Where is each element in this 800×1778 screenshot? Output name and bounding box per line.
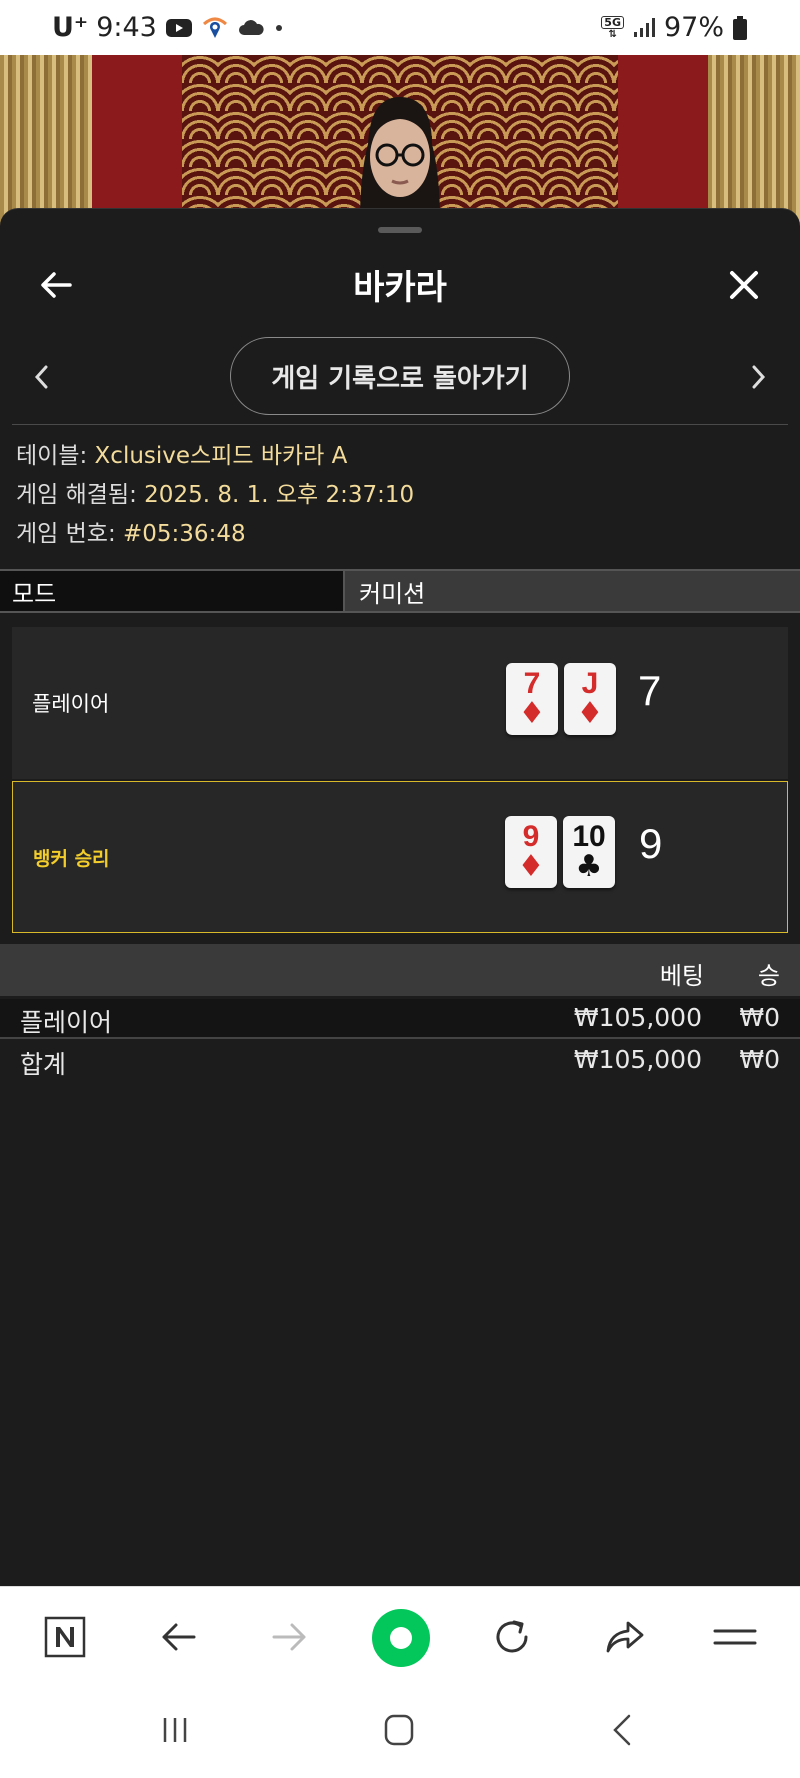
table-info-row: 테이블: Xclusive스피드 바카라 A [16, 437, 786, 476]
back-arrow-icon [41, 272, 72, 298]
cloud-icon [237, 18, 265, 38]
carrier-label: U⁺ [52, 12, 89, 43]
round-navigation: 게임 기록으로 돌아가기 [0, 337, 800, 417]
mode-label: 모드 [0, 571, 345, 611]
playing-card: 10 ♣ [563, 816, 615, 888]
drag-handle[interactable] [378, 227, 422, 233]
chevron-left-icon [613, 1714, 631, 1746]
banker-hand: 뱅커 승리 9 ♦ 10 ♣ 9 [12, 781, 788, 933]
win-amount: ₩0 [739, 1045, 780, 1074]
location-app-icon [201, 14, 229, 42]
game-number-row: 게임 번호: #05:36:48 [16, 515, 786, 554]
youtube-icon [165, 17, 193, 39]
system-back-button[interactable] [598, 1708, 648, 1752]
playing-card: J ♦ [564, 663, 616, 735]
battery-icon [732, 15, 748, 41]
club-suit-icon: ♣ [575, 849, 603, 884]
browser-toolbar [0, 1586, 800, 1686]
menu-button[interactable] [711, 1613, 759, 1661]
card-rank: J [581, 667, 599, 700]
network-label: 5G [601, 15, 624, 29]
table-value: Xclusive스피드 바카라 A [94, 443, 348, 469]
card-rank: 7 [523, 667, 541, 700]
recent-apps-icon [163, 1718, 187, 1742]
share-button[interactable] [600, 1613, 648, 1661]
bet-name: 플레이어 [20, 1008, 113, 1037]
bet-amount: ₩105,000 [573, 1045, 702, 1074]
menu-icon [713, 1629, 757, 1645]
home-icon [384, 1714, 414, 1746]
banker-score: 9 [639, 820, 663, 867]
battery-label: 97% [663, 12, 724, 43]
bet-table-header: 베팅 승 [0, 944, 800, 996]
chevron-right-icon [752, 365, 766, 389]
network-5g-icon: 5G ⇅ [601, 15, 624, 40]
card-rank: 10 [572, 820, 606, 853]
share-icon [606, 1621, 644, 1653]
signal-icon [632, 17, 656, 39]
refresh-button[interactable] [488, 1613, 536, 1661]
forward-arrow-icon [272, 1623, 306, 1651]
game-number-label: 게임 번호: [16, 521, 124, 547]
player-hand: 플레이어 7 ♦ J ♦ 7 [12, 627, 788, 779]
diamond-suit-icon: ♦ [518, 696, 546, 731]
refresh-icon [496, 1620, 528, 1653]
table-row: 합계 ₩105,000 ₩0 [0, 1041, 800, 1081]
recent-apps-button[interactable] [150, 1708, 200, 1752]
resolved-value: 2025. 8. 1. 오후 2:37:10 [144, 482, 415, 508]
naver-n-icon [44, 1616, 86, 1658]
table-label: 테이블: [16, 443, 95, 469]
back-button[interactable] [36, 265, 76, 305]
game-detail-sheet: 바카라 게임 기록으로 돌아가기 테이블: Xclusive스피드 바카라 A … [0, 208, 800, 1586]
resolved-info-row: 게임 해결됨: 2025. 8. 1. 오후 2:37:10 [16, 476, 786, 515]
game-number-value: #05:36:48 [123, 521, 246, 547]
banker-hand-label: 뱅커 승리 [33, 847, 110, 870]
page-title: 바카라 [353, 267, 447, 308]
browser-forward-button[interactable] [266, 1613, 314, 1661]
table-row: 플레이어 ₩105,000 ₩0 [0, 999, 800, 1039]
home-button[interactable] [374, 1708, 424, 1752]
back-arrow-icon [162, 1623, 196, 1651]
diamond-suit-icon: ♦ [517, 849, 545, 884]
divider [12, 424, 788, 425]
commission-label: 커미션 [345, 571, 800, 611]
player-score: 7 [638, 667, 662, 714]
sheet-header: 바카라 [0, 249, 800, 319]
bet-column-header: 베팅 [659, 962, 704, 990]
playing-card: 7 ♦ [506, 663, 558, 735]
playing-card: 9 ♦ [505, 816, 557, 888]
mode-row: 모드 커미션 [0, 569, 800, 613]
close-button[interactable] [724, 265, 764, 305]
chevron-left-icon [34, 365, 48, 389]
naver-home-button[interactable] [41, 1613, 89, 1661]
browser-back-button[interactable] [154, 1613, 202, 1661]
resolved-label: 게임 해결됨: [16, 482, 145, 508]
status-bar: U⁺ 9:43 5G ⇅ 97% [0, 0, 800, 55]
next-round-button[interactable] [746, 359, 770, 395]
win-amount: ₩0 [739, 1003, 780, 1032]
win-column-header: 승 [757, 962, 780, 990]
bet-name: 합계 [20, 1050, 67, 1079]
diamond-suit-icon: ♦ [576, 696, 604, 731]
green-dot-button[interactable] [370, 1607, 432, 1669]
player-hand-label: 플레이어 [32, 692, 110, 716]
return-to-history-button[interactable]: 게임 기록으로 돌아가기 [230, 337, 570, 415]
previous-round-button[interactable] [30, 359, 54, 395]
game-info: 테이블: Xclusive스피드 바카라 A 게임 해결됨: 2025. 8. … [16, 437, 786, 554]
card-rank: 9 [522, 820, 540, 853]
dot-icon [273, 22, 285, 34]
close-icon [730, 271, 758, 299]
hands-panel: 플레이어 7 ♦ J ♦ 7 뱅커 승리 9 ♦ 10 ♣ 9 [12, 627, 788, 947]
time-label: 9:43 [96, 12, 157, 43]
home-green-icon [372, 1609, 430, 1667]
system-navigation-bar [0, 1686, 800, 1778]
bet-amount: ₩105,000 [573, 1003, 702, 1032]
